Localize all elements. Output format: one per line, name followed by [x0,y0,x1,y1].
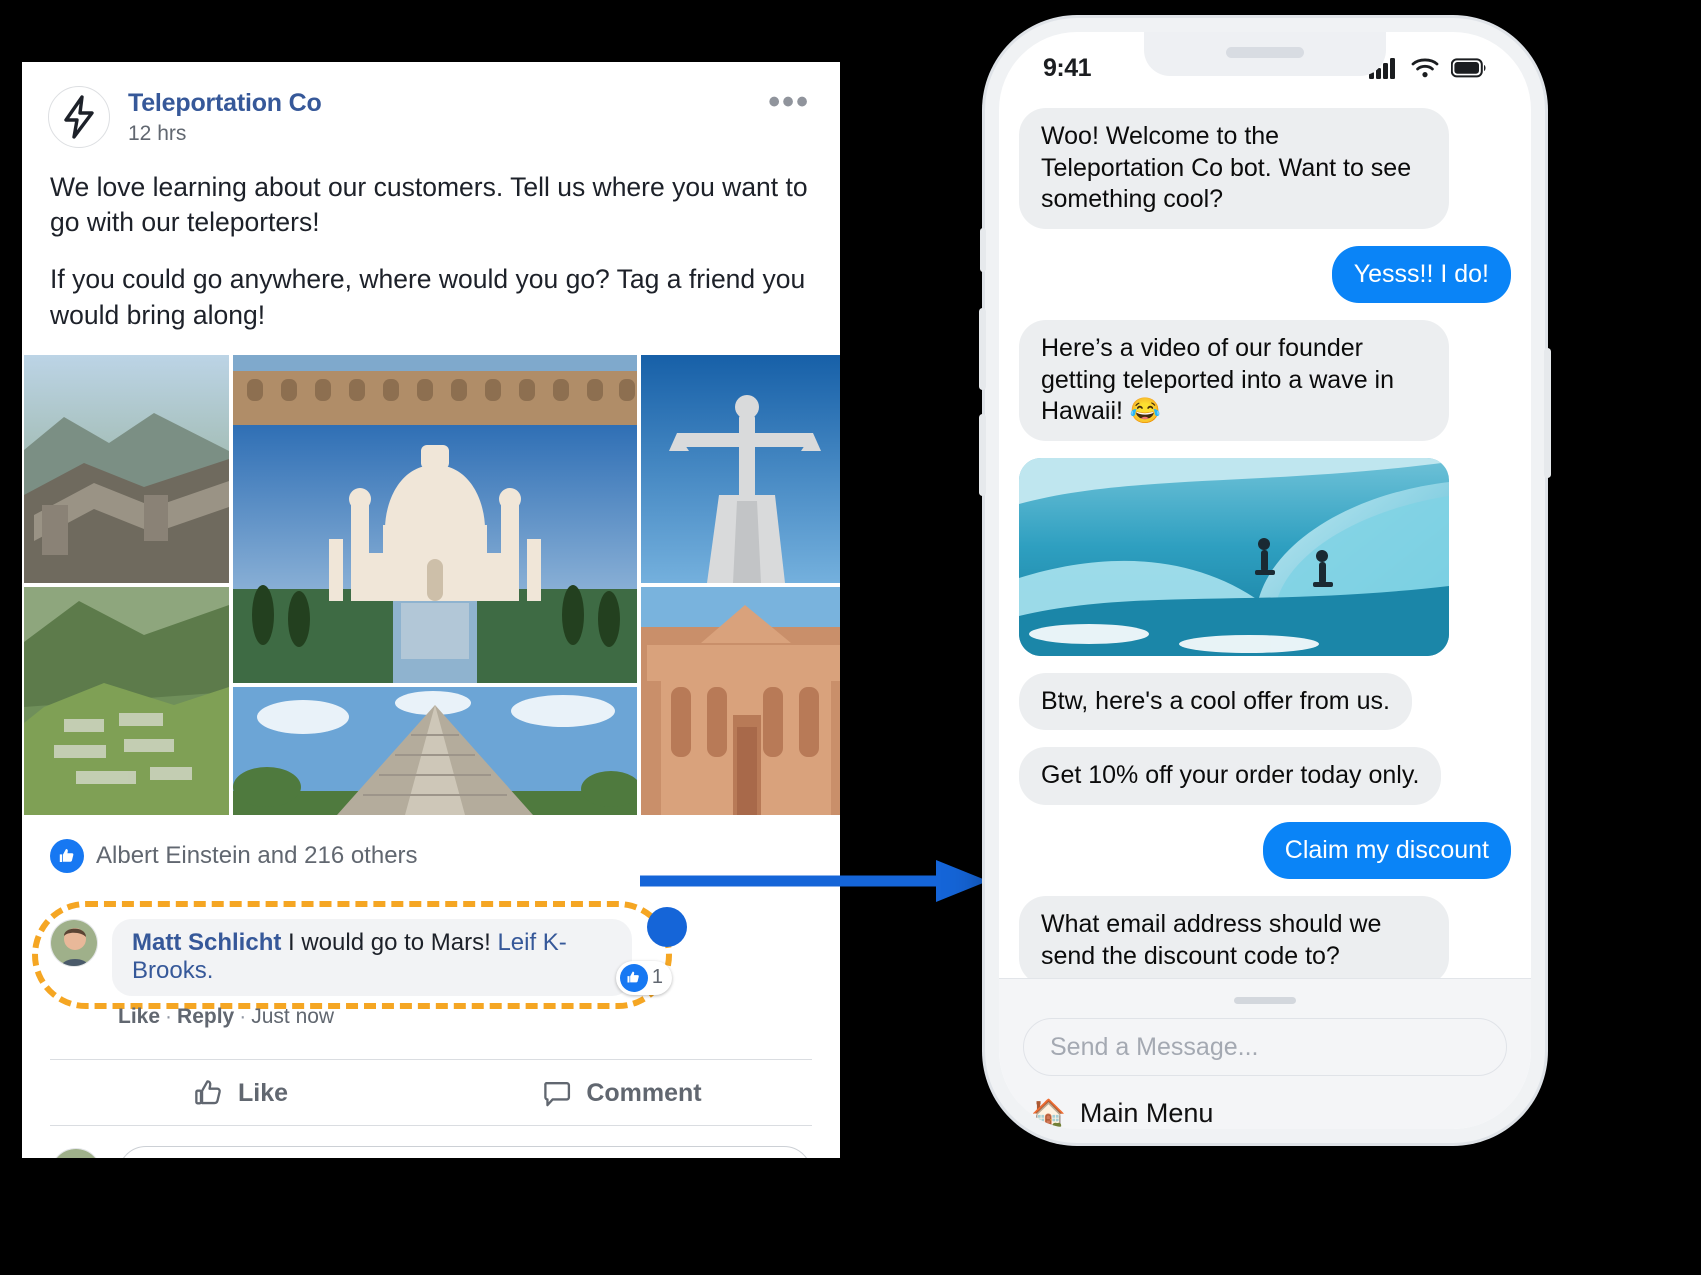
user-message-bubble: Claim my discount [1262,821,1511,879]
comment-composer-row: Write a comment... [22,1126,840,1158]
connector-arrow [640,856,990,906]
ellipsis-icon[interactable]: ••• [768,85,810,120]
photo-taj-mahal[interactable] [233,354,637,683]
comment-avatar[interactable] [50,918,98,967]
comment-author[interactable]: Matt Schlicht [132,929,281,956]
post-actions-bar: Like Comment [22,1060,840,1125]
post-header: Teleportation Co 12 hrs ••• [22,62,840,154]
comment-timestamp: Just now [251,1004,335,1028]
message-row: What email address should we send the di… [1019,896,1511,985]
message-composer: Send a Message... 🏠 Main Menu [999,978,1531,1129]
volume-down-button[interactable] [979,414,986,496]
thumbs-up-icon [50,838,84,873]
thumbs-up-outline-icon [193,1078,224,1109]
comment-reaction-count: 1 [651,966,663,989]
page-avatar[interactable] [48,86,110,148]
mute-switch[interactable] [980,228,986,272]
main-menu-item[interactable]: 🏠 Main Menu [1023,1076,1507,1129]
comment-like-link[interactable]: Like [118,1005,160,1028]
message-row: Here’s a video of our founder getting te… [1019,320,1511,441]
speech-bubble-icon [541,1078,572,1109]
comment-input-field[interactable]: Write a comment... [118,1145,812,1158]
arrow-origin-dot [647,906,687,947]
message-row: Get 10% off your order today only. [1019,747,1511,805]
lightning-bolt-icon [62,95,96,139]
thumbs-up-icon [619,963,648,992]
facebook-post-card: Teleportation Co 12 hrs ••• We love lear… [22,62,840,1158]
message-row: Claim my discount [1019,821,1511,879]
post-header-text: Teleportation Co 12 hrs [128,86,322,146]
photo-chichen-itza[interactable] [233,686,637,815]
post-timestamp: 12 hrs [128,121,187,145]
likes-count-text[interactable]: Albert Einstein and 216 others [96,842,418,870]
chat-thread[interactable]: Woo! Welcome to the Teleportation Co bot… [999,94,1531,1129]
photo-collage [22,354,840,815]
post-paragraph-1: We love learning about our customers. Te… [50,172,808,238]
photo-petra[interactable] [641,586,840,815]
bot-message-bubble: Btw, here's a cool offer from us. [1019,672,1412,730]
comment-actions: Like · Reply · Just now [112,1005,632,1029]
message-row [1019,457,1511,656]
phone-screen: 9:41 Woo! Welcome to the Teleportation C… [999,32,1531,1129]
comment-text: I would go to Mars! [281,928,498,956]
message-row: Yesss!! I do! [1019,245,1511,303]
screenshot-stage: Teleportation Co 12 hrs ••• We love lear… [0,0,1701,1275]
send-message-placeholder: Send a Message... [1050,1032,1259,1061]
action-separator-1: · [165,1004,173,1028]
message-row: Woo! Welcome to the Teleportation Co bot… [1019,108,1511,229]
post-like-button[interactable]: Like [50,1078,431,1109]
photo-great-wall[interactable] [24,354,229,583]
post-paragraph-2: If you could go anywhere, where would yo… [50,264,806,330]
post-comment-button[interactable]: Comment [431,1078,812,1109]
status-icon-group [1369,57,1487,79]
post-like-label: Like [237,1078,289,1107]
photo-christ-the-redeemer[interactable] [641,354,840,583]
bot-message-bubble: What email address should we send the di… [1019,896,1449,985]
current-user-avatar[interactable] [50,1147,102,1158]
main-menu-label: Main Menu [1079,1098,1214,1128]
comment-bubble: Matt Schlicht I would go to Mars! Leif K… [112,918,632,996]
photo-center-column [233,354,637,815]
user-message-bubble: Yesss!! I do! [1331,245,1511,303]
message-row: Btw, here's a cool offer from us. [1019,672,1511,730]
send-message-input[interactable]: Send a Message... [1023,1018,1507,1076]
photo-machu-picchu[interactable] [24,586,229,815]
wifi-icon [1411,57,1439,79]
house-icon: 🏠 [1031,1097,1066,1129]
status-time: 9:41 [1043,53,1092,82]
drag-handle[interactable] [1234,997,1296,1004]
iphone-mockup: 9:41 Woo! Welcome to the Teleportation C… [979,18,1551,1143]
battery-icon [1451,58,1487,78]
bot-message-bubble: Here’s a video of our founder getting te… [1019,320,1449,441]
comment-reply-link[interactable]: Reply [177,1005,234,1028]
power-button[interactable] [1544,348,1551,478]
comment-main: Matt Schlicht I would go to Mars! Leif K… [112,906,687,1029]
post-comment-label: Comment [586,1078,702,1107]
comment-reaction-badge[interactable]: 1 [615,960,672,995]
earpiece-speaker [1226,47,1304,58]
post-body: We love learning about our customers. Te… [22,154,840,355]
volume-up-button[interactable] [979,308,986,390]
surfing-wave-video[interactable] [1019,457,1449,656]
action-separator-2: · [239,1004,247,1028]
page-name[interactable]: Teleportation Co [128,89,322,118]
bot-message-bubble: Get 10% off your order today only. [1019,747,1442,805]
bot-message-bubble: Woo! Welcome to the Teleportation Co bot… [1019,108,1449,229]
